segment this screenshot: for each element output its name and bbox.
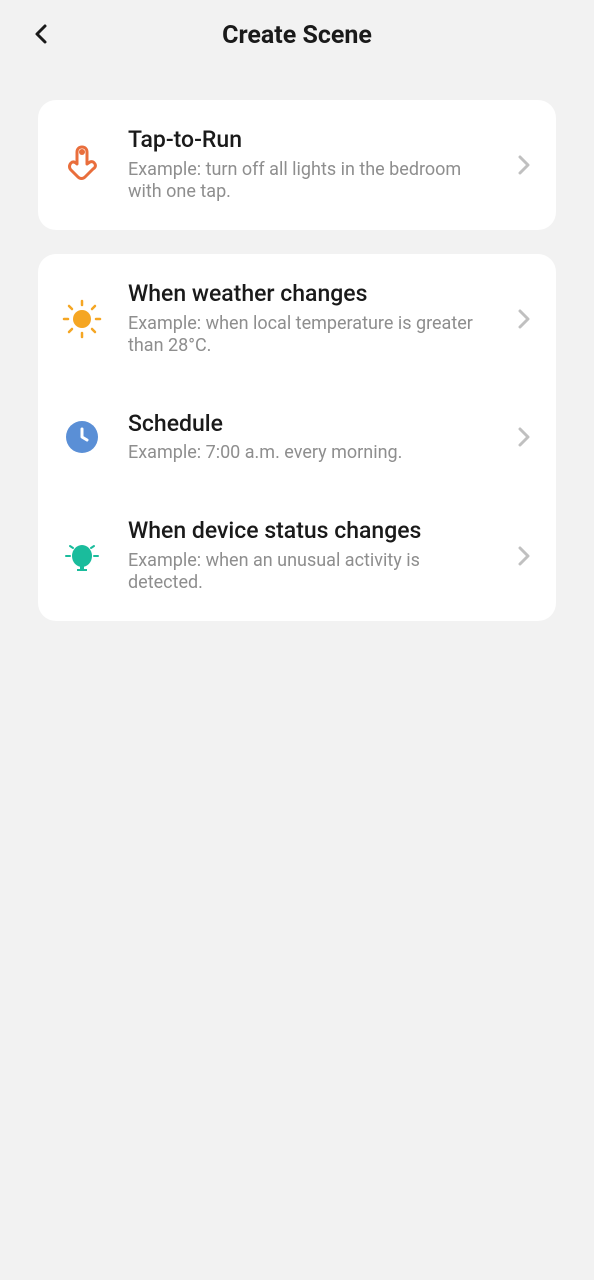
chevron-left-icon <box>30 22 54 46</box>
row-title: Tap-to-Run <box>128 126 484 155</box>
device-icon <box>60 534 104 578</box>
row-tap-to-run[interactable]: Tap-to-Run Example: turn off all lights … <box>38 100 556 230</box>
card-triggers: When weather changes Example: when local… <box>38 254 556 621</box>
row-subtitle: Example: 7:00 a.m. every morning. <box>128 442 484 465</box>
row-title: When weather changes <box>128 280 484 309</box>
back-button[interactable] <box>30 22 54 46</box>
page-title: Create Scene <box>20 21 574 50</box>
row-subtitle: Example: when an unusual activity is det… <box>128 550 484 595</box>
row-weather[interactable]: When weather changes Example: when local… <box>38 254 556 384</box>
row-device-status[interactable]: When device status changes Example: when… <box>38 491 556 621</box>
row-title: When device status changes <box>128 517 484 546</box>
row-title: Schedule <box>128 410 484 439</box>
card-tap-to-run: Tap-to-Run Example: turn off all lights … <box>38 100 556 230</box>
content: Tap-to-Run Example: turn off all lights … <box>0 70 594 621</box>
text-wrap: Schedule Example: 7:00 a.m. every mornin… <box>128 410 514 465</box>
row-subtitle: Example: turn off all lights in the bedr… <box>128 159 484 204</box>
header: Create Scene <box>0 0 594 70</box>
chevron-right-icon <box>514 546 534 566</box>
row-schedule[interactable]: Schedule Example: 7:00 a.m. every mornin… <box>38 384 556 491</box>
text-wrap: When weather changes Example: when local… <box>128 280 514 358</box>
clock-icon <box>60 415 104 459</box>
chevron-right-icon <box>514 309 534 329</box>
tap-icon <box>60 143 104 187</box>
text-wrap: When device status changes Example: when… <box>128 517 514 595</box>
sun-icon <box>60 297 104 341</box>
chevron-right-icon <box>514 427 534 447</box>
row-subtitle: Example: when local temperature is great… <box>128 313 484 358</box>
chevron-right-icon <box>514 155 534 175</box>
text-wrap: Tap-to-Run Example: turn off all lights … <box>128 126 514 204</box>
